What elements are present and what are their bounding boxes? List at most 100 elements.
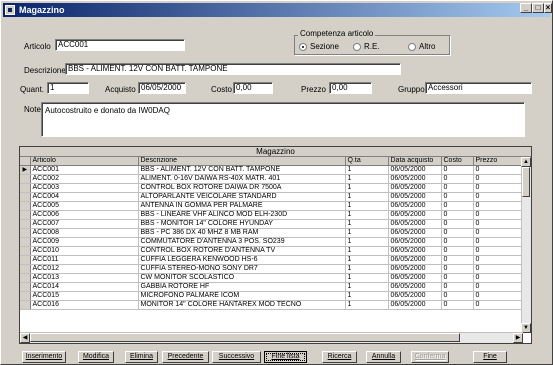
table-cell[interactable]: ACC010	[30, 246, 139, 256]
table-cell[interactable]: 06/05/2000	[388, 228, 442, 238]
table-cell[interactable]: 0	[473, 228, 524, 238]
table-cell[interactable]: 0	[441, 165, 474, 175]
table-cell[interactable]: 1	[345, 192, 389, 202]
table-cell[interactable]: 0	[441, 282, 474, 292]
title-bar[interactable]: Magazzino	[3, 3, 550, 17]
costo-field[interactable]: 0,00	[233, 82, 273, 94]
ricerca-button[interactable]: Ricerca	[322, 351, 357, 363]
column-header[interactable]: Q.ta	[345, 157, 389, 166]
table-cell[interactable]: 0	[473, 174, 524, 184]
table-cell[interactable]: 0	[473, 210, 524, 220]
table-cell[interactable]: 1	[345, 201, 389, 211]
descrizione-field[interactable]: BBS - ALIMENT. 12V CON BATT. TAMPONE	[65, 63, 401, 75]
table-cell[interactable]: 0	[441, 183, 474, 193]
close-icon[interactable]: ×	[544, 3, 552, 13]
table-cell[interactable]: CUFFIA LEGGERA KENWOOD HS-6	[138, 255, 346, 265]
row-indicator[interactable]	[20, 291, 31, 301]
table-cell[interactable]: CONTROL BOX ROTORE DAIWA DR 7500A	[138, 183, 346, 193]
table-cell[interactable]: 1	[345, 174, 389, 184]
scroll-left-icon[interactable]: ◀	[20, 333, 30, 343]
table-cell[interactable]: ACC011	[30, 255, 139, 265]
table-cell[interactable]: 0	[441, 291, 474, 301]
row-indicator[interactable]	[20, 273, 31, 283]
table-row[interactable]: ACC008 BBS - PC 386 DX 40 MHZ 8 MB RAM 1 06…	[20, 228, 524, 238]
row-indicator[interactable]	[20, 282, 31, 292]
table-cell[interactable]: 0	[473, 255, 524, 265]
table-cell[interactable]: 06/05/2000	[388, 210, 442, 220]
table-row[interactable]: ACC016 MONITOR 14" COLORE HANTAREX MOD TE…	[20, 300, 524, 310]
table-cell[interactable]: 06/05/2000	[388, 183, 442, 193]
table-cell[interactable]: MONITOR 14" COLORE HANTAREX MOD TECNO	[138, 300, 346, 310]
table-row[interactable]: ACC002 ALIMENT. 0-16V DAIWA RS-40X MATR. …	[20, 174, 524, 184]
table-cell[interactable]: 1	[345, 165, 389, 175]
row-indicator[interactable]	[20, 183, 31, 193]
elimina-button[interactable]: Elimina	[125, 351, 158, 363]
table-cell[interactable]: 1	[345, 291, 389, 301]
column-header[interactable]: Articolo	[30, 157, 139, 166]
row-indicator[interactable]	[20, 201, 31, 211]
table-cell[interactable]: 06/05/2000	[388, 201, 442, 211]
table-cell[interactable]: MICROFONO PALMARE ICOM	[138, 291, 346, 301]
column-header[interactable]: Descrizione	[138, 157, 346, 166]
table-cell[interactable]: 0	[473, 237, 524, 247]
table-row[interactable]: ACC012 CUFFIA STEREO-MONO SONY DR7 1 06/05/…	[20, 264, 524, 274]
table-cell[interactable]: ACC016	[30, 300, 139, 310]
table-cell[interactable]: 0	[441, 201, 474, 211]
table-cell[interactable]: ANTENNA IN GOMMA PER PALMARE	[138, 201, 346, 211]
horizontal-scrollbar[interactable]: ◀ ▶	[20, 332, 523, 343]
table-cell[interactable]: 06/05/2000	[388, 300, 442, 310]
table-row[interactable]: ACC005 ANTENNA IN GOMMA PER PALMARE 1 06/05…	[20, 201, 524, 211]
scroll-up-icon[interactable]: ▲	[521, 157, 531, 167]
table-cell[interactable]: 1	[345, 255, 389, 265]
table-cell[interactable]: 0	[473, 246, 524, 256]
table-cell[interactable]: 1	[345, 264, 389, 274]
table-cell[interactable]: 06/05/2000	[388, 273, 442, 283]
table-cell[interactable]: 0	[441, 210, 474, 220]
table-cell[interactable]: 06/05/2000	[388, 246, 442, 256]
table-cell[interactable]: 06/05/2000	[388, 282, 442, 292]
table-cell[interactable]: 0	[473, 264, 524, 274]
table-cell[interactable]: BBS - ALIMENT. 12V CON BATT. TAMPONE	[138, 165, 346, 175]
table-cell[interactable]: CUFFIA STEREO-MONO SONY DR7	[138, 264, 346, 274]
table-cell[interactable]: 1	[345, 210, 389, 220]
table-cell[interactable]: 0	[473, 183, 524, 193]
table-row[interactable]: ACC009 COMMUTATORE D'ANTENNA 3 POS. SO239…	[20, 237, 524, 247]
table-cell[interactable]: ACC015	[30, 291, 139, 301]
table-cell[interactable]: ACC004	[30, 192, 139, 202]
table-cell[interactable]: 0	[441, 174, 474, 184]
radio-re[interactable]: R.E.	[353, 42, 380, 51]
table-cell[interactable]: ACC014	[30, 282, 139, 292]
table-cell[interactable]: 0	[441, 219, 474, 229]
table-row[interactable]: ▶ ACC001 BBS - ALIMENT. 12V CON BATT. TAMP…	[20, 165, 524, 175]
table-cell[interactable]: 06/05/2000	[388, 219, 442, 229]
inserimento-button[interactable]: Inserimento	[22, 351, 66, 363]
row-indicator[interactable]	[20, 264, 31, 274]
h-scroll-thumb[interactable]	[30, 333, 460, 342]
table-cell[interactable]: ALIMENT. 0-16V DAIWA RS-40X MATR. 401	[138, 174, 346, 184]
fine-button[interactable]: Fine	[473, 351, 507, 363]
table-row[interactable]: ACC007 BBS - MONITOR 14" COLORE HYUNDAY 1 0…	[20, 219, 524, 229]
table-cell[interactable]: ALTOPARLANTE VEICOLARE STANDARD	[138, 192, 346, 202]
row-indicator[interactable]	[20, 219, 31, 229]
table-row[interactable]: ACC011 CUFFIA LEGGERA KENWOOD HS-6 1 06/05/…	[20, 255, 524, 265]
radio-altro[interactable]: Altro	[408, 42, 435, 51]
acquisto-field[interactable]: 06/05/2000	[138, 82, 186, 94]
table-cell[interactable]: 06/05/2000	[388, 165, 442, 175]
row-indicator[interactable]	[20, 228, 31, 238]
articolo-field[interactable]: ACC001	[55, 39, 185, 51]
row-indicator[interactable]	[20, 174, 31, 184]
table-cell[interactable]: 1	[345, 246, 389, 256]
prezzo-field[interactable]: 0,00	[329, 82, 372, 94]
radio-sezione[interactable]: Sezione	[299, 42, 339, 51]
table-cell[interactable]: ACC008	[30, 228, 139, 238]
row-indicator[interactable]	[20, 192, 31, 202]
table-cell[interactable]: ACC002	[30, 174, 139, 184]
table-row[interactable]: ACC015 MICROFONO PALMARE ICOM 1 06/05/2000 0…	[20, 291, 524, 301]
column-header[interactable]: Prezzo	[473, 157, 524, 166]
table-cell[interactable]: 06/05/2000	[388, 174, 442, 184]
current-row-indicator-icon[interactable]: ▶	[20, 165, 31, 175]
table-cell[interactable]: ACC003	[30, 183, 139, 193]
table-cell[interactable]: 0	[441, 264, 474, 274]
table-cell[interactable]: 0	[441, 237, 474, 247]
table-cell[interactable]: 06/05/2000	[388, 192, 442, 202]
